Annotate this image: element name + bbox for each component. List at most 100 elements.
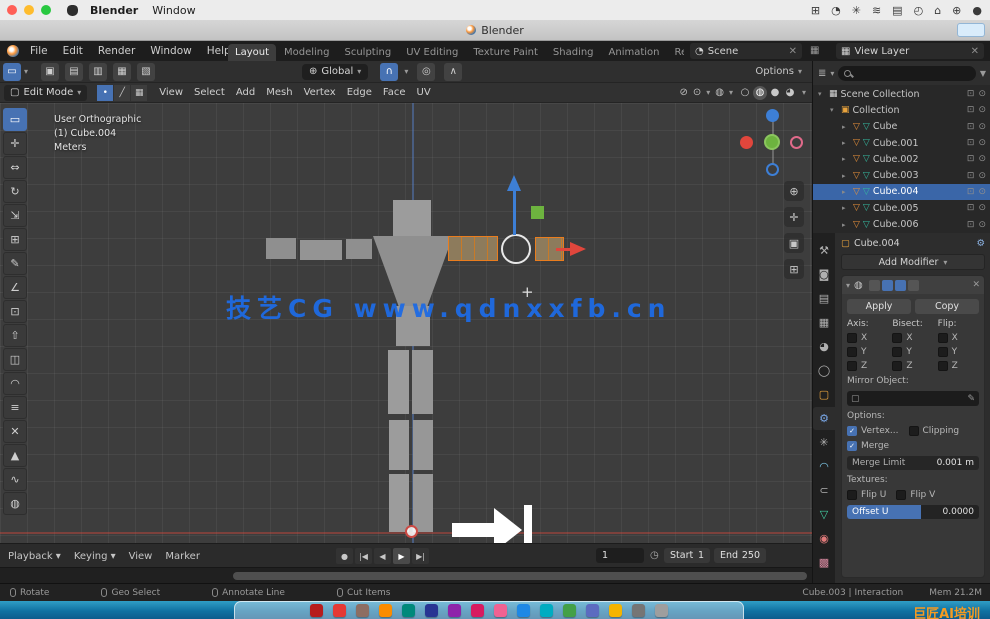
add-modifier-dropdown[interactable]: Add Modifier ▾ [841, 254, 985, 270]
checkbox[interactable] [847, 347, 857, 357]
mesh-leg-right[interactable] [413, 474, 433, 532]
workspace-tab-modeling[interactable]: Modeling [277, 44, 337, 61]
mesh-head[interactable] [393, 200, 431, 236]
view-layer-selector[interactable]: ▦ View Layer ✕ [836, 43, 984, 59]
properties-tab-scene[interactable]: ◕ [813, 335, 835, 358]
eye-toggle-icon[interactable]: ⊙ [978, 89, 986, 99]
snap-options-caret-icon[interactable]: ▾ [404, 67, 408, 76]
dock-app-icon-9[interactable] [517, 604, 530, 617]
shading-mode-0[interactable]: ○ [738, 86, 752, 100]
topbar-menu-file[interactable]: File [30, 45, 48, 57]
transport-button-2[interactable]: ◀ [374, 548, 391, 564]
apple-menu-icon[interactable] [67, 5, 78, 16]
axis-toggle-row[interactable]: Z [892, 361, 933, 371]
clipping-option[interactable]: Clipping [909, 426, 960, 436]
dock-app-icon-0[interactable] [310, 604, 323, 617]
measure-tool-button[interactable]: ∠ [3, 276, 27, 299]
workspace-tab-sculpting[interactable]: Sculpting [338, 44, 399, 61]
nav-gizmo-z-dot[interactable] [766, 109, 779, 122]
topbar-menu-render[interactable]: Render [98, 45, 135, 57]
viewport-menu-vertex[interactable]: Vertex [304, 87, 336, 98]
current-frame-field[interactable]: 1 [596, 548, 644, 563]
checkbox[interactable] [892, 361, 902, 371]
eye-toggle-icon[interactable]: ⊙ [978, 187, 986, 197]
expand-caret-icon[interactable]: ▸ [842, 139, 850, 147]
checkbox[interactable] [847, 333, 857, 343]
properties-tab-particles[interactable]: ✳ [813, 431, 835, 454]
menubar-status-icon-0[interactable]: ⊞ [811, 4, 820, 17]
falloff-dropdown[interactable]: ∧ [444, 63, 462, 81]
workspace-tab-texture-paint[interactable]: Texture Paint [466, 44, 545, 61]
checkbox[interactable] [909, 426, 919, 436]
dock-app-icon-3[interactable] [379, 604, 392, 617]
eyedropper-icon[interactable]: ✎ [967, 394, 975, 404]
dock-app-icon-2[interactable] [356, 604, 369, 617]
timeline-menu-playback[interactable]: Playback ▾ [8, 551, 61, 562]
menubar-status-icon-4[interactable]: ▤ [892, 4, 902, 17]
expand-caret-icon[interactable]: ▾ [818, 90, 826, 98]
outliner-row-cube-002[interactable]: ▸▽▽Cube.002⊡⊙ [813, 151, 990, 167]
frame-end-field[interactable]: End250 [714, 548, 766, 563]
gizmo-x-arrow[interactable] [556, 248, 571, 251]
cursor-tool-button[interactable]: ✛ [3, 132, 27, 155]
transform-tool-button[interactable]: ⊞ [3, 228, 27, 251]
bevel-tool-button[interactable]: ◠ [3, 372, 27, 395]
gizmo-z-arrow[interactable] [513, 191, 516, 235]
screen-toggle-icon[interactable]: ⊡ [967, 138, 975, 148]
nav-gizmo-neg-z-dot[interactable] [766, 163, 779, 176]
tool-dropdown-caret-icon[interactable]: ▾ [24, 67, 28, 76]
menubar-status-icon-8[interactable]: ● [972, 4, 982, 17]
mirror-object-field[interactable]: ▢ ✎ [847, 391, 979, 406]
workspace-tab-layout[interactable]: Layout [228, 44, 276, 61]
workspace-tab-animation[interactable]: Animation [602, 44, 667, 61]
blender-logo-icon[interactable] [7, 45, 19, 57]
viewport-menu-uv[interactable]: UV [417, 87, 431, 98]
eye-toggle-icon[interactable]: ⊙ [978, 154, 986, 164]
dock-app-icon-12[interactable] [586, 604, 599, 617]
timeline-menu-view[interactable]: View [129, 551, 153, 562]
checkbox[interactable] [847, 490, 857, 500]
viewport-menu-view[interactable]: View [159, 87, 183, 98]
properties-tab-output[interactable]: ▤ [813, 287, 835, 310]
properties-tab-object[interactable]: ▢ [813, 383, 835, 406]
expand-caret-icon[interactable]: ▸ [842, 188, 850, 196]
mode-dropdown[interactable]: ▢ Edit Mode ▾ [4, 85, 87, 101]
vertex-select-mode[interactable]: • [97, 85, 113, 101]
shading-mode-1[interactable]: ◍ [753, 86, 767, 100]
mesh-leg-left[interactable] [388, 350, 409, 414]
gizmos-icon[interactable]: ◍ [715, 87, 724, 98]
viewport-menu-add[interactable]: Add [236, 87, 255, 98]
loop-cut-tool-button[interactable]: ≡ [3, 396, 27, 419]
options-dropdown[interactable]: Options ▾ [755, 66, 802, 77]
modifier-panel-header[interactable]: ▾ ◍ ✕ [842, 276, 984, 294]
display-toggle-3[interactable] [908, 280, 919, 291]
expand-caret-icon[interactable]: ▸ [842, 204, 850, 212]
pan-hand-button[interactable]: ✛ [784, 207, 804, 227]
edge-select-mode[interactable]: ╱ [114, 85, 130, 101]
outliner-row-cube-004[interactable]: ▸▽▽Cube.004⊡⊙ [813, 184, 990, 200]
menubar-status-icon-5[interactable]: ◴ [914, 4, 924, 17]
breadcrumb-object-name[interactable]: Cube.004 [854, 238, 900, 249]
transform-orientation-dropdown[interactable]: ⊕ Global ▾ [302, 64, 368, 80]
tool-setting-icon-1[interactable]: ▤ [65, 63, 83, 81]
face-select-mode[interactable]: ▦ [131, 85, 147, 101]
viewport-menu-face[interactable]: Face [383, 87, 406, 98]
scale-tool-button[interactable]: ⇲ [3, 204, 27, 227]
axis-toggle-row[interactable]: X [892, 333, 933, 343]
workspace-tab-rendering[interactable]: Rendering [668, 44, 684, 61]
gizmo-plane-handle[interactable] [531, 206, 544, 219]
screen-toggle-icon[interactable]: ⊡ [967, 203, 975, 213]
zoom-button[interactable]: ⊕ [784, 181, 804, 201]
overlays-caret-icon[interactable]: ▾ [706, 88, 710, 97]
viewport-3d[interactable]: User Orthographic (1) Cube.004 Meters + … [0, 103, 812, 543]
properties-tab-object-data[interactable]: ▽ [813, 503, 835, 526]
active-tool-icon[interactable]: ▭ [3, 63, 21, 81]
outliner-row-cube[interactable]: ▸▽▽Cube⊡⊙ [813, 119, 990, 135]
dock-app-icon-11[interactable] [563, 604, 576, 617]
expand-caret-icon[interactable]: ▸ [842, 221, 850, 229]
selected-arm-segment[interactable] [448, 236, 498, 261]
viewport-menu-mesh[interactable]: Mesh [266, 87, 292, 98]
timeline-menu-keying[interactable]: Keying ▾ [74, 551, 116, 562]
mesh-leg-left[interactable] [389, 474, 409, 532]
expand-caret-icon[interactable]: ▸ [842, 123, 850, 131]
